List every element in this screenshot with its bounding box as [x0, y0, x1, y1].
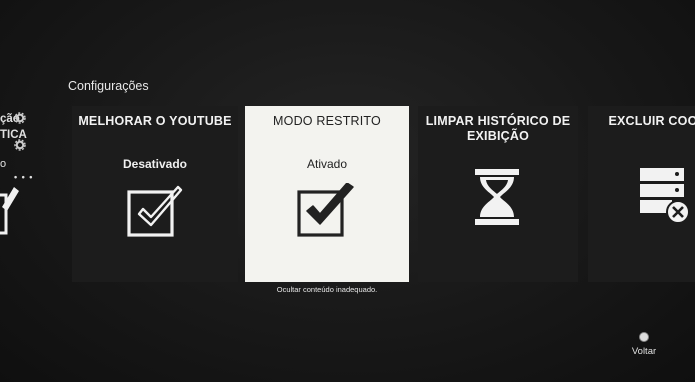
card-title: MELHORAR O YOUTUBE	[78, 114, 232, 128]
card-status: Desativado	[122, 157, 188, 171]
card-status: Ativado	[306, 157, 348, 171]
back-button[interactable]: Voltar	[626, 332, 662, 357]
checkbox-outline-icon	[127, 185, 183, 237]
card-restricted-mode[interactable]: MODO RESTRITO Ativado	[245, 106, 409, 282]
cookie-server-delete-icon	[640, 168, 690, 224]
hourglass-icon	[475, 169, 519, 225]
more-dots-icon: • • •	[14, 172, 34, 182]
gear-icon	[14, 112, 26, 124]
gear-icon	[14, 139, 26, 151]
section-title: Configurações	[68, 79, 149, 93]
card-delete-cookies[interactable]: EXCLUIR COO	[588, 106, 695, 282]
card-title: LIMPAR HISTÓRICO DE EXIBIÇÃO	[425, 114, 571, 143]
back-circle-icon	[639, 332, 649, 342]
card-title: EXCLUIR COO	[608, 114, 695, 128]
card-title: MODO RESTRITO	[273, 114, 381, 128]
card-improve-youtube[interactable]: MELHORAR O YOUTUBE Desativado	[72, 106, 238, 282]
card-caption: Ocultar conteúdo inadequado.	[276, 285, 378, 294]
card-clear-history[interactable]: LIMPAR HISTÓRICO DE EXIBIÇÃO	[418, 106, 578, 282]
partial-card-status: o	[0, 158, 7, 170]
edit-pencil-icon	[0, 187, 19, 235]
partial-card-left[interactable]: ção TICA o • • •	[0, 110, 60, 280]
checkbox-checked-icon	[297, 183, 354, 237]
back-label: Voltar	[631, 346, 657, 357]
